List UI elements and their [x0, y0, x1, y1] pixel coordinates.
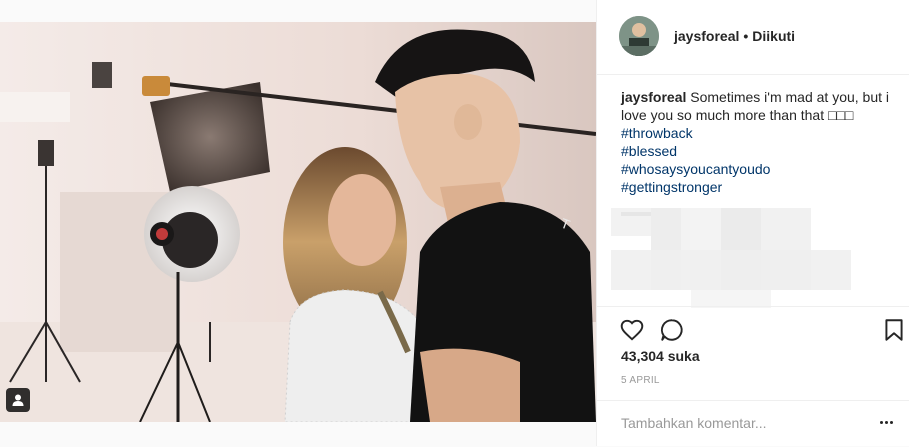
- caption-username[interactable]: jaysforeal: [621, 89, 686, 105]
- post-caption: jaysforeal Sometimes i'm mad at you, but…: [621, 88, 889, 196]
- redacted-comments: [611, 208, 871, 308]
- photo-illustration: T: [0, 22, 596, 422]
- hashtag-link[interactable]: #gettingstronger: [621, 178, 889, 196]
- more-options-icon[interactable]: [876, 415, 896, 429]
- redacted-block: [611, 250, 851, 290]
- post-photo[interactable]: T: [0, 22, 596, 422]
- user-tag-icon[interactable]: [6, 388, 30, 412]
- comment-bar: [597, 400, 909, 447]
- bookmark-icon[interactable]: [881, 317, 907, 343]
- hashtag-link[interactable]: #whosaysyoucantyoudo: [621, 160, 889, 178]
- header-text: jaysforeal • Diikuti: [674, 28, 795, 44]
- separator-dot: •: [743, 28, 749, 44]
- hashtag-link[interactable]: #throwback: [621, 124, 889, 142]
- avatar-image: [619, 16, 659, 56]
- comment-bubble-icon[interactable]: [659, 317, 685, 343]
- comment-input[interactable]: [619, 411, 863, 435]
- heart-icon[interactable]: [619, 317, 645, 343]
- hashtag-list: #throwback #blessed #whosaysyoucantyoudo…: [621, 124, 889, 196]
- instagram-post: T jaysforeal • Diikuti jaysforeal Someti…: [0, 0, 909, 446]
- username-link[interactable]: jaysforeal: [674, 28, 739, 44]
- avatar[interactable]: [619, 16, 659, 56]
- post-header: jaysforeal • Diikuti: [597, 0, 909, 75]
- action-bar: [597, 306, 909, 347]
- like-count[interactable]: 43,304 suka: [621, 348, 700, 364]
- person-glyph: [12, 394, 24, 406]
- post-sidebar: jaysforeal • Diikuti jaysforeal Sometimes …: [596, 0, 909, 446]
- post-date[interactable]: 5 APRIL: [621, 375, 660, 386]
- follow-status[interactable]: Diikuti: [752, 28, 795, 44]
- hashtag-link[interactable]: #blessed: [621, 142, 889, 160]
